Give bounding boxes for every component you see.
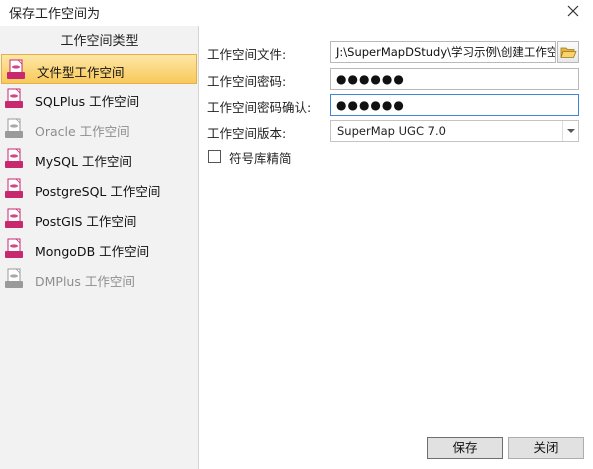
mysql-icon [4, 148, 28, 170]
postgis-icon [4, 208, 28, 230]
dmplus-icon [4, 268, 28, 290]
mongodb-icon [4, 238, 28, 260]
workspace-type-label: PostGIS 工作空间 [35, 214, 137, 229]
workspace-type-label: 文件型工作空间 [37, 65, 125, 80]
workspace-type-item[interactable]: PostGIS 工作空间 [0, 204, 198, 234]
workspace-type-item[interactable]: MySQL 工作空间 [0, 144, 198, 174]
dropdown-arrow[interactable] [562, 121, 578, 141]
file-workspace-icon [6, 59, 30, 81]
symbol-lib-compact-checkbox[interactable] [208, 150, 221, 163]
workspace-type-label: DMPlus 工作空间 [35, 274, 135, 289]
browse-file-button[interactable] [557, 41, 579, 63]
workspace-file-input[interactable]: J:\SuperMapDStudy\学习示例\创建工作空 [330, 41, 556, 63]
save-workspace-dialog: 保存工作空间为 工作空间类型 文件型工作空间 SQLPlus 工作空间 Oracle… [0, 0, 593, 469]
close-window-button[interactable] [563, 2, 583, 20]
window-title: 保存工作空间为 [9, 7, 101, 22]
workspace-password-input[interactable]: ●●●●●● [330, 68, 579, 90]
workspace-type-item[interactable]: SQLPlus 工作空间 [0, 84, 198, 114]
workspace-version-select[interactable]: SuperMap UGC 7.0 [330, 120, 579, 142]
save-button[interactable]: 保存 [427, 437, 503, 459]
workspace-version-label: 工作空间版本: [207, 126, 287, 141]
workspace-type-label: Oracle 工作空间 [35, 124, 130, 139]
workspace-type-list: 文件型工作空间 SQLPlus 工作空间 Oracle 工作空间 MySQL 工作空间… [0, 54, 199, 294]
workspace-password-label: 工作空间密码: [207, 74, 287, 89]
workspace-password-confirm-input[interactable]: ●●●●●● [330, 94, 579, 116]
sqlplus-icon [4, 88, 28, 110]
folder-open-icon [560, 47, 577, 58]
symbol-lib-compact-label: 符号库精简 [229, 151, 292, 166]
workspace-type-label: MongoDB 工作空间 [35, 244, 150, 259]
close-button[interactable]: 关闭 [508, 437, 584, 459]
workspace-type-item[interactable]: PostgreSQL 工作空间 [0, 174, 198, 204]
oracle-icon [4, 118, 28, 140]
workspace-password-confirm-label: 工作空间密码确认: [207, 100, 312, 115]
workspace-type-label: MySQL 工作空间 [35, 154, 132, 169]
workspace-type-item[interactable]: MongoDB 工作空间 [0, 234, 198, 264]
workspace-settings-pane: 工作空间文件: J:\SuperMapDStudy\学习示例\创建工作空 工作空… [200, 26, 593, 469]
title-bar: 保存工作空间为 [0, 0, 593, 24]
workspace-type-label: PostgreSQL 工作空间 [35, 184, 161, 199]
workspace-type-item[interactable]: Oracle 工作空间 [0, 114, 198, 144]
postgresql-icon [4, 178, 28, 200]
workspace-type-label: SQLPlus 工作空间 [35, 94, 140, 109]
workspace-file-label: 工作空间文件: [207, 47, 287, 62]
workspace-type-pane: 工作空间类型 文件型工作空间 SQLPlus 工作空间 Oracle 工作空间 MyS… [0, 26, 199, 469]
workspace-version-value: SuperMap UGC 7.0 [337, 124, 446, 138]
workspace-type-item[interactable]: 文件型工作空间 [1, 54, 197, 84]
workspace-type-item[interactable]: DMPlus 工作空间 [0, 264, 198, 294]
chevron-down-icon [567, 129, 575, 133]
workspace-type-header: 工作空间类型 [60, 34, 139, 49]
close-icon [567, 5, 579, 17]
